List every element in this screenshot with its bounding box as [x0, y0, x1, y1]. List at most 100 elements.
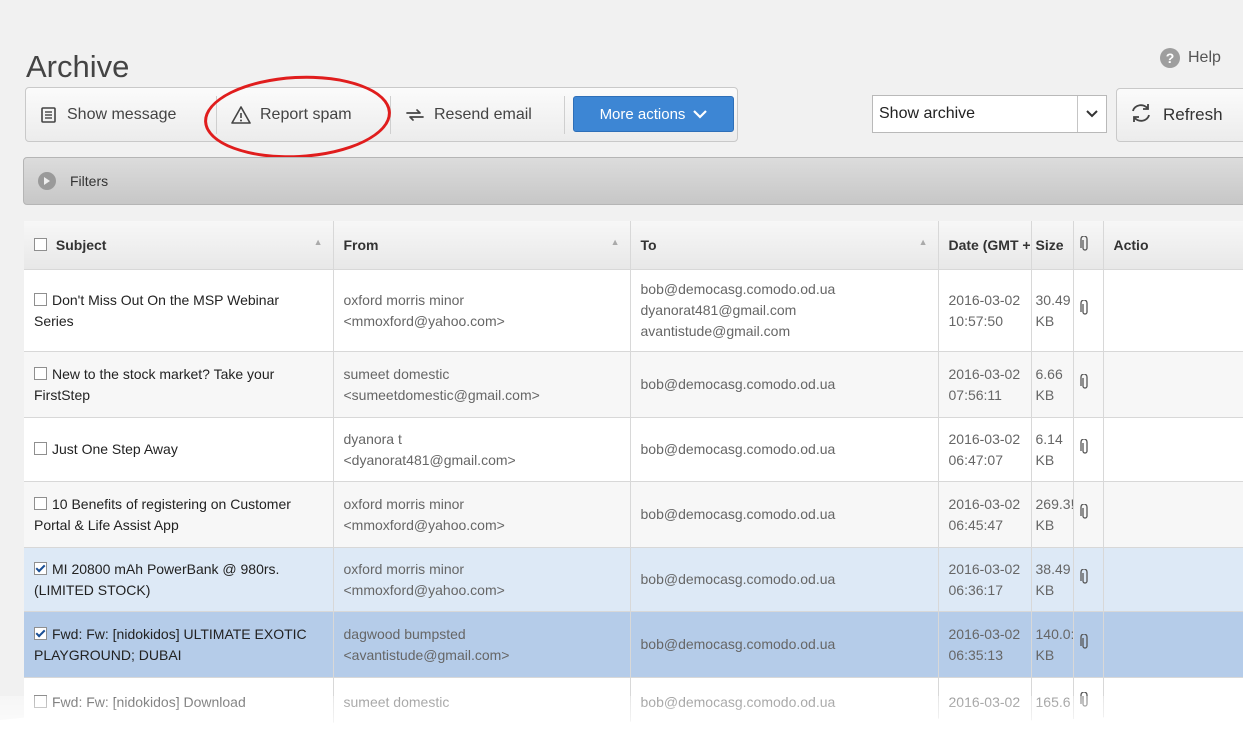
filters-bar[interactable]: Filters	[23, 157, 1243, 205]
attachment-cell[interactable]	[1073, 417, 1104, 482]
show-message-button[interactable]: Show message	[40, 88, 176, 141]
attachment-cell[interactable]	[1073, 611, 1104, 678]
attachment-cell[interactable]	[1073, 481, 1104, 548]
select-all-checkbox[interactable]	[34, 238, 47, 251]
sender-name: oxford morris minor	[343, 495, 465, 512]
attachment-icon	[1079, 373, 1090, 396]
attachment-cell[interactable]	[1073, 269, 1104, 352]
view-select[interactable]: Show archive	[872, 95, 1107, 133]
row-checkbox[interactable]	[34, 366, 47, 380]
row-checkbox[interactable]	[34, 496, 47, 510]
from-cell: dyanora t <dyanorat481@gmail.com>	[333, 417, 631, 482]
recipient: bob@democasg.comodo.od.ua	[640, 441, 836, 457]
page-title: Archive	[26, 48, 130, 84]
actions-cell[interactable]	[1103, 481, 1243, 548]
size-cell: 140.0: KB	[1031, 611, 1074, 678]
column-header-subject-label: Subject	[55, 237, 107, 253]
chevron-down-icon[interactable]	[1077, 96, 1106, 132]
actions-cell[interactable]	[1103, 417, 1243, 482]
table-row[interactable]: New to the stock market? Take your First…	[24, 351, 1243, 418]
table-row[interactable]: Don't Miss Out On the MSP Webinar Series…	[24, 269, 1243, 352]
subject-cell[interactable]: Just One Step Away	[24, 417, 334, 482]
subject-cell[interactable]: New to the stock market? Take your First…	[24, 351, 334, 418]
sender-email: <dyanorat481@gmail.com>	[343, 451, 516, 468]
column-header-subject[interactable]: Subject ▲	[24, 221, 334, 270]
to-cell: bob@democasg.comodo.od.ua	[630, 481, 939, 548]
toolbar-divider	[564, 96, 565, 134]
attachment-cell[interactable]	[1073, 547, 1104, 612]
table-row[interactable]: Just One Step Away dyanora t <dyanorat481@…	[24, 417, 1243, 482]
sender-name: oxford morris minor	[343, 291, 465, 308]
to-cell: bob@democasg.comodo.od.ua	[630, 351, 939, 418]
sender-email: <mmoxford@yahoo.com>	[343, 312, 505, 329]
attachment-cell[interactable]	[1073, 351, 1104, 418]
sender-email: <sumeetdomestic@gmail.com>	[343, 386, 540, 403]
date-cell: 2016-03-02 06:47:07	[938, 417, 1032, 482]
help-icon: ?	[1160, 48, 1180, 68]
filters-toggle-icon[interactable]	[38, 172, 56, 190]
date-cell: 2016-03-02 10:57:50	[938, 269, 1032, 352]
actions-cell[interactable]	[1103, 269, 1243, 352]
attachment-icon	[1079, 568, 1090, 591]
recipient: bob@democasg.comodo.od.ua	[640, 506, 836, 522]
subject-cell[interactable]: MI 20800 mAh PowerBank @ 980rs. (LIMITED…	[24, 547, 334, 612]
size-cell: 269.3! KB	[1031, 481, 1074, 548]
help-label: Help	[1188, 49, 1221, 66]
table-row[interactable]: Fwd: Fw: [nidokidos] ULTIMATE EXOTIC PLA…	[24, 611, 1243, 678]
date-cell: 2016-03-02 06:45:47	[938, 481, 1032, 548]
resend-icon	[405, 106, 425, 124]
row-checkbox[interactable]	[34, 561, 47, 575]
time-text: 10:57:50	[948, 312, 1004, 329]
attachment-icon	[1079, 299, 1090, 322]
subject-cell[interactable]: Don't Miss Out On the MSP Webinar Series	[24, 269, 334, 352]
subject-text: Just One Step Away	[52, 441, 178, 457]
to-cell: bob@democasg.comodo.od.ua dyanorat481@gma…	[630, 269, 939, 352]
resend-email-label: Resend email	[434, 105, 532, 123]
actions-cell[interactable]	[1103, 547, 1243, 612]
column-header-date-label: Date (GMT +0	[948, 237, 1031, 253]
actions-cell[interactable]	[1103, 611, 1243, 678]
table-header-row: Subject ▲ From ▲ To ▲ Date (GMT +0 Size Act…	[24, 221, 1243, 270]
row-checkbox[interactable]	[34, 292, 47, 306]
size-value: 269.3!	[1035, 495, 1073, 512]
actions-cell[interactable]	[1103, 351, 1243, 418]
size-cell: 38.49 KB	[1031, 547, 1074, 612]
subject-cell[interactable]: 10 Benefits of registering on Customer P…	[24, 481, 334, 548]
size-unit: KB	[1035, 646, 1055, 663]
sender-name: sumeet domestic	[343, 365, 450, 382]
refresh-button[interactable]: Refresh	[1116, 88, 1243, 142]
row-checkbox[interactable]	[34, 626, 47, 640]
more-actions-button[interactable]: More actions	[573, 96, 734, 132]
refresh-label: Refresh	[1163, 105, 1223, 124]
column-header-attachment[interactable]	[1073, 221, 1104, 270]
time-text: 06:47:07	[948, 451, 1004, 468]
subject-text: 10 Benefits of registering on Customer P…	[34, 495, 291, 533]
size-unit: KB	[1035, 451, 1055, 468]
show-message-icon	[40, 106, 58, 124]
to-cell: bob@democasg.comodo.od.ua	[630, 417, 939, 482]
show-message-label: Show message	[67, 105, 177, 123]
refresh-icon	[1129, 102, 1153, 129]
size-cell: 6.66 KB	[1031, 351, 1074, 418]
table-row[interactable]: 10 Benefits of registering on Customer P…	[24, 481, 1243, 548]
attachment-icon	[1079, 438, 1090, 461]
size-unit: KB	[1035, 312, 1055, 329]
help-link[interactable]: ? Help	[1160, 48, 1221, 68]
size-value: 6.66	[1035, 365, 1063, 382]
column-header-date[interactable]: Date (GMT +0	[938, 221, 1032, 270]
recipient: bob@democasg.comodo.od.ua	[640, 571, 836, 587]
column-header-actions[interactable]: Actio	[1103, 221, 1243, 270]
subject-text: New to the stock market? Take your First…	[34, 365, 275, 403]
row-checkbox[interactable]	[34, 442, 47, 455]
sender-name: dagwood bumpsted	[343, 625, 466, 642]
column-header-from[interactable]: From ▲	[333, 221, 631, 270]
table-row[interactable]: MI 20800 mAh PowerBank @ 980rs. (LIMITED…	[24, 547, 1243, 612]
time-text: 07:56:11	[948, 386, 1002, 403]
size-value: 30.49	[1035, 291, 1071, 308]
resend-email-button[interactable]: Resend email	[405, 88, 532, 141]
column-header-to[interactable]: To ▲	[630, 221, 939, 270]
subject-cell[interactable]: Fwd: Fw: [nidokidos] ULTIMATE EXOTIC PLA…	[24, 611, 334, 678]
column-header-size[interactable]: Size	[1031, 221, 1074, 270]
sender-email: <mmoxford@yahoo.com>	[343, 516, 505, 533]
subject-text: MI 20800 mAh PowerBank @ 980rs. (LIMITED…	[34, 560, 280, 598]
